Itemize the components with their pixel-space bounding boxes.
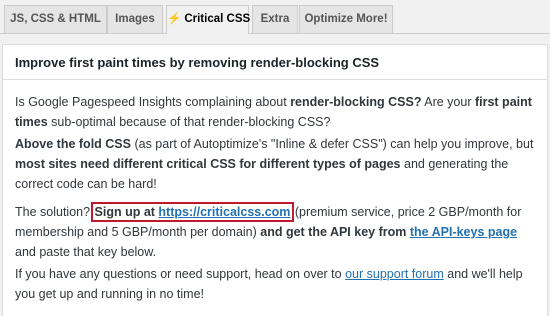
solution-paragraph: The solution? Sign up at https://critica… (15, 202, 537, 262)
bold-text: Above the fold CSS (15, 137, 131, 151)
tab-label: Images (115, 13, 155, 25)
text: If you have any questions or need suppor… (15, 267, 346, 281)
bold-text: most sites need different critical CSS f… (15, 157, 401, 171)
tab-bar: JS, CSS & HTML Images ⚡ Critical CSS Extr… (0, 0, 550, 34)
tab-optimize-more[interactable]: Optimize More! (299, 5, 393, 33)
tab-critical-css[interactable]: ⚡ Critical CSS (166, 5, 251, 34)
tab-label: Optimize More! (304, 13, 388, 25)
tab-label: JS, CSS & HTML (10, 13, 101, 25)
text: The solution? (15, 205, 94, 219)
text: Are your (421, 95, 475, 109)
signup-highlight-box: Sign up at https://criticalcss.com (90, 202, 295, 222)
tab-label: Extra (260, 13, 290, 25)
above-fold-paragraph: Above the fold CSS (as part of Autoptimi… (15, 134, 537, 194)
tab-label: Critical CSS (184, 13, 251, 25)
text: (as part of Autoptimize's "Inline & defe… (130, 137, 534, 151)
bold-text: Sign up at (94, 205, 159, 219)
text: sub-optimal because of that render-block… (47, 115, 331, 129)
tab-images[interactable]: Images (107, 5, 163, 33)
support-forum-link[interactable]: our support forum (345, 267, 444, 281)
api-keys-page-link[interactable]: the API-keys page (410, 225, 517, 239)
lightning-icon: ⚡ (167, 13, 182, 25)
text: Is Google Pagespeed Insights complaining… (15, 95, 291, 109)
bold-text: render-blocking CSS? (290, 95, 422, 109)
critical-css-panel: Improve first paint times by removing re… (2, 44, 548, 316)
text: and paste that key below. (15, 245, 157, 259)
panel-heading: Improve first paint times by removing re… (3, 54, 547, 80)
bold-text: and get the API key from (260, 225, 410, 239)
tab-extra[interactable]: Extra (252, 5, 298, 33)
tab-js-css-html[interactable]: JS, CSS & HTML (4, 5, 107, 33)
settings-page: JS, CSS & HTML Images ⚡ Critical CSS Extr… (0, 0, 550, 316)
support-paragraph: If you have any questions or need suppor… (15, 264, 537, 304)
criticalcss-link[interactable]: https://criticalcss.com (158, 205, 290, 219)
intro-paragraph: Is Google Pagespeed Insights complaining… (15, 92, 537, 132)
